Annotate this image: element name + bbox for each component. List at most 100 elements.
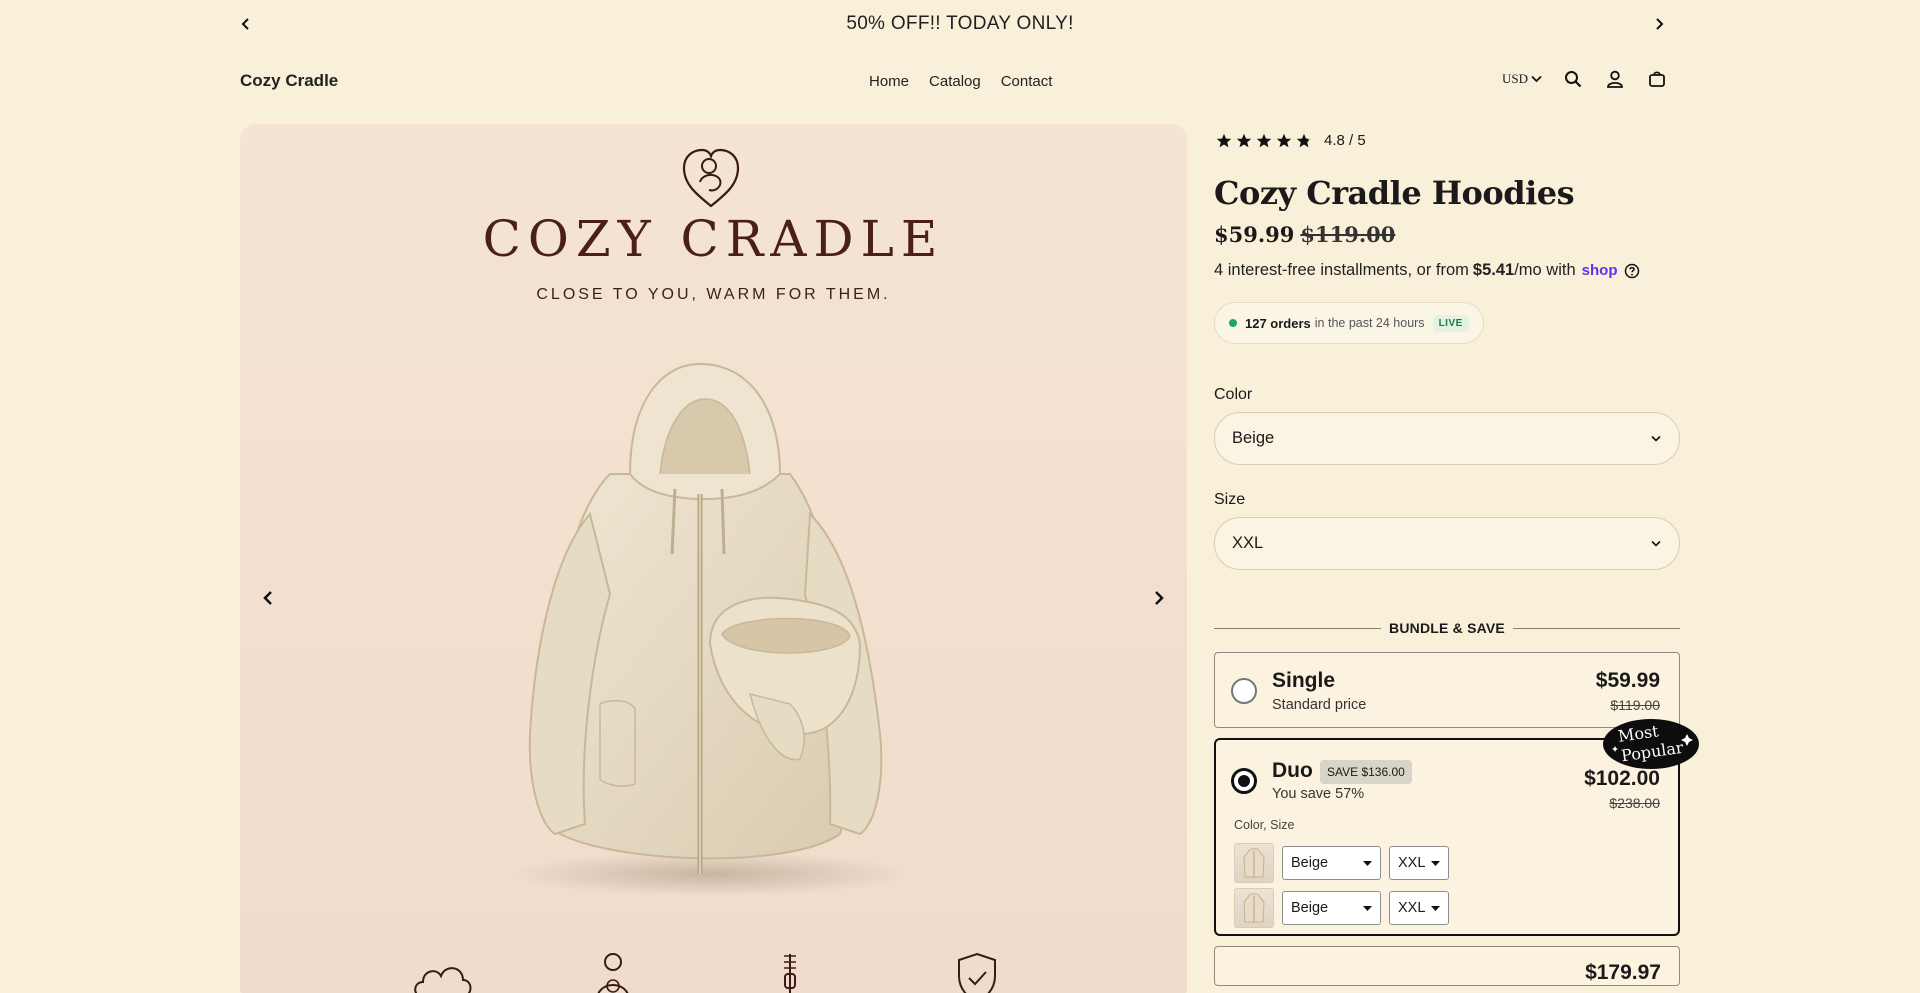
divider bbox=[1512, 627, 1680, 629]
bundle-heading: BUNDLE & SAVE bbox=[1214, 620, 1680, 636]
live-dot-icon bbox=[1229, 319, 1237, 327]
site-header: Cozy Cradle Home Catalog Contact USD bbox=[0, 60, 1920, 104]
nav-contact[interactable]: Contact bbox=[1001, 73, 1053, 90]
installments-prefix: 4 interest-free installments, or from bbox=[1214, 261, 1469, 279]
divider bbox=[1214, 627, 1382, 629]
orders-period: in the past 24 hours bbox=[1314, 316, 1425, 330]
installments-amount: $5.41 bbox=[1472, 261, 1515, 279]
gallery-brand-title: COZY CRADLE bbox=[482, 210, 945, 268]
help-icon[interactable] bbox=[1624, 263, 1640, 279]
nav-catalog[interactable]: Catalog bbox=[929, 73, 981, 90]
star-half-icon bbox=[1296, 133, 1312, 147]
star-icon bbox=[1216, 133, 1232, 147]
main-nav: Home Catalog Contact bbox=[869, 73, 1052, 90]
variant-size-select[interactable]: XXL bbox=[1389, 891, 1449, 925]
option-subtitle: Standard price bbox=[1272, 697, 1367, 713]
user-icon bbox=[1607, 70, 1623, 88]
color-label: Color bbox=[1214, 386, 1253, 403]
variant-size-value: XXL bbox=[1398, 855, 1426, 871]
variant-size-select[interactable]: XXL bbox=[1389, 846, 1449, 880]
announcement-bar: 50% OFF!! TODAY ONLY! bbox=[0, 0, 1920, 48]
variant-thumbnail bbox=[1234, 843, 1274, 883]
compare-price: $119.00 bbox=[1300, 222, 1396, 247]
hoodie-thumbnail-icon bbox=[1243, 848, 1265, 878]
variant-thumbnail bbox=[1234, 888, 1274, 928]
rating-text: 4.8 / 5 bbox=[1324, 131, 1366, 149]
variant-size-value: XXL bbox=[1398, 900, 1426, 916]
variant-color-select[interactable]: Beige bbox=[1282, 891, 1381, 925]
product-price: $59.99 $119.00 bbox=[1214, 222, 1680, 247]
chevron-right-icon bbox=[1155, 591, 1164, 605]
installments-suffix: /mo with bbox=[1514, 261, 1576, 279]
bundle-heading-text: BUNDLE & SAVE bbox=[1389, 620, 1505, 636]
variant-color-select[interactable]: Beige bbox=[1282, 846, 1381, 880]
cart-button[interactable] bbox=[1646, 68, 1668, 90]
orders-count: 127 orders bbox=[1245, 315, 1311, 331]
size-label: Size bbox=[1214, 491, 1246, 508]
header-actions: USD bbox=[1502, 68, 1668, 90]
star-icon bbox=[1256, 133, 1272, 147]
radio-button[interactable] bbox=[1231, 678, 1257, 704]
announcement-prev-button[interactable] bbox=[236, 14, 256, 34]
search-button[interactable] bbox=[1562, 68, 1584, 90]
radio-button-selected[interactable] bbox=[1231, 768, 1257, 794]
product-info: 4.8 / 5 Cozy Cradle Hoodies $59.99 $119.… bbox=[1214, 124, 1699, 986]
variant-color-value: Beige bbox=[1291, 900, 1329, 916]
hoodie-thumbnail-icon bbox=[1243, 893, 1265, 923]
variant-row: Beige XXL bbox=[1234, 888, 1449, 928]
bag-icon bbox=[1649, 71, 1665, 87]
bundle-option-duo[interactable]: Duo SAVE $136.00 You save 57% $102.00 $2… bbox=[1214, 719, 1699, 936]
zipper-icon bbox=[784, 954, 796, 993]
shop-pay-logo: shop bbox=[1581, 262, 1618, 279]
option-title: Duo bbox=[1272, 759, 1313, 782]
variant-row: Beige XXL bbox=[1234, 843, 1449, 883]
most-popular-ribbon: Most Popular bbox=[1603, 719, 1699, 769]
currency-selector[interactable]: USD bbox=[1502, 71, 1542, 87]
gallery-tagline: CLOSE TO YOU, WARM FOR THEM. bbox=[536, 286, 891, 303]
option-subtitle: You save 57% bbox=[1272, 786, 1365, 802]
chevron-right-icon bbox=[1656, 18, 1664, 30]
bundle-option-trio[interactable]: $179.97 bbox=[1214, 946, 1680, 986]
chevron-down-icon bbox=[1531, 75, 1542, 83]
baby-carrier-icon bbox=[597, 953, 629, 993]
variant-color-value: Beige bbox=[1291, 855, 1329, 871]
option-title: Single bbox=[1272, 669, 1336, 692]
caret-down-icon bbox=[1363, 905, 1372, 911]
feature-icons-row bbox=[414, 952, 996, 993]
product-title: Cozy Cradle Hoodies bbox=[1214, 174, 1575, 212]
product-rating[interactable]: 4.8 / 5 bbox=[1214, 124, 1680, 156]
cloud-icon bbox=[414, 967, 472, 993]
sale-price: $59.99 bbox=[1214, 222, 1295, 247]
currency-label: USD bbox=[1502, 71, 1529, 86]
star-icon bbox=[1276, 133, 1292, 147]
option-price: $59.99 bbox=[1595, 669, 1660, 692]
gallery-next-button[interactable] bbox=[1141, 580, 1177, 616]
brand-link[interactable]: Cozy Cradle bbox=[240, 71, 338, 91]
account-button[interactable] bbox=[1604, 68, 1626, 90]
announcement-next-button[interactable] bbox=[1649, 14, 1669, 34]
search-icon bbox=[1565, 71, 1582, 88]
option-compare-price: $119.00 bbox=[1610, 697, 1660, 713]
chevron-left-icon bbox=[263, 591, 272, 605]
gallery-prev-button[interactable] bbox=[250, 580, 286, 616]
variant-label: Color, Size bbox=[1234, 818, 1295, 832]
shield-check-icon bbox=[958, 952, 996, 993]
hoodie-product-image bbox=[510, 362, 910, 896]
option-compare-price: $238.00 bbox=[1609, 795, 1660, 811]
caret-down-icon bbox=[1431, 905, 1440, 911]
size-select-value: XXL bbox=[1232, 534, 1264, 552]
announcement-text: 50% OFF!! TODAY ONLY! bbox=[846, 13, 1074, 34]
live-badge: LIVE bbox=[1432, 314, 1469, 332]
chevron-left-icon bbox=[241, 18, 249, 30]
nav-home[interactable]: Home bbox=[869, 73, 909, 90]
caret-down-icon bbox=[1363, 860, 1372, 866]
save-badge: SAVE $136.00 bbox=[1320, 760, 1412, 784]
star-icon bbox=[1236, 133, 1252, 147]
caret-down-icon bbox=[1431, 860, 1440, 866]
color-select-value: Beige bbox=[1232, 429, 1275, 447]
cozy-cradle-logo-icon bbox=[682, 148, 740, 208]
product-gallery: COZY CRADLE CLOSE TO YOU, WARM FOR THEM. bbox=[240, 124, 1187, 993]
size-select[interactable]: XXL bbox=[1214, 517, 1680, 570]
installments-info: 4 interest-free installments, or from $5… bbox=[1214, 261, 1680, 280]
color-select[interactable]: Beige bbox=[1214, 412, 1680, 465]
